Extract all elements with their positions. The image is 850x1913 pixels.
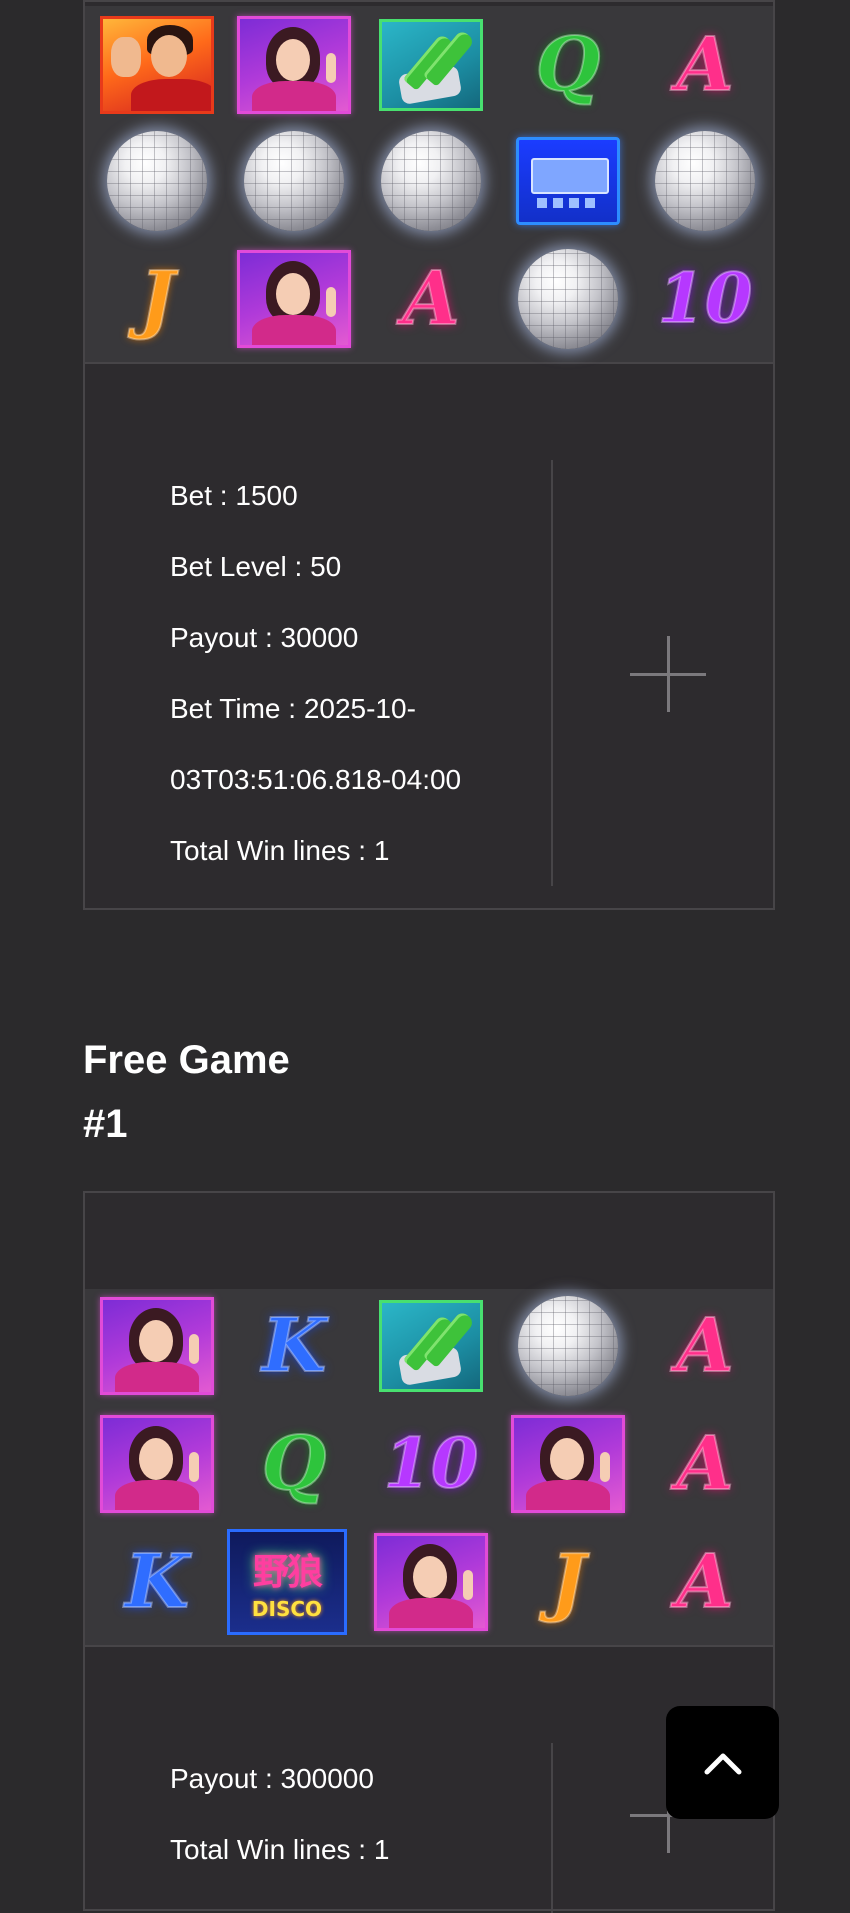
reel-cell: A bbox=[645, 12, 765, 118]
plus-icon[interactable] bbox=[630, 636, 706, 712]
symbol-a: A bbox=[675, 22, 734, 108]
lady-symbol-icon bbox=[374, 1533, 488, 1631]
symbol-j: J bbox=[138, 256, 175, 342]
reel-cell bbox=[645, 128, 765, 234]
payout: Payout : 30000 bbox=[170, 622, 359, 653]
symbol-a: A bbox=[401, 256, 460, 342]
reel-cell bbox=[371, 1529, 491, 1635]
total-win-lines: Total Win lines : 1 bbox=[170, 835, 390, 866]
reel-cell: Q bbox=[508, 12, 628, 118]
reel-cell bbox=[234, 12, 354, 118]
logo-text-en: DISCO bbox=[251, 1597, 323, 1621]
reel-cell bbox=[97, 128, 217, 234]
bet-level: Bet Level : 50 bbox=[170, 551, 342, 582]
symbol-10: 10 bbox=[383, 1424, 480, 1504]
divider bbox=[551, 1743, 553, 1913]
symbol-k: K bbox=[124, 1539, 190, 1625]
reel-cell: 10 bbox=[371, 1411, 491, 1517]
reel-cell bbox=[371, 128, 491, 234]
disco-ball-icon bbox=[244, 131, 344, 231]
logo-text-cn: 野狼 bbox=[252, 1552, 323, 1593]
scroll-to-top-button[interactable] bbox=[666, 1706, 779, 1819]
symbol-q: Q bbox=[535, 22, 601, 108]
reel-cell: Q bbox=[234, 1411, 354, 1517]
bet-time-continued: 03T03:51:06.818-04:00 bbox=[170, 764, 462, 795]
symbol-a: A bbox=[675, 1303, 734, 1389]
reel-cell: A bbox=[645, 1293, 765, 1399]
disco-ball-icon bbox=[107, 131, 207, 231]
reel-cell: A bbox=[371, 246, 491, 352]
symbol-j: J bbox=[549, 1539, 586, 1625]
lady-symbol-icon bbox=[100, 1415, 214, 1513]
reel-cell: K bbox=[234, 1293, 354, 1399]
reel-cell: A bbox=[645, 1529, 765, 1635]
symbol-a: A bbox=[675, 1539, 734, 1625]
section-title-label: Free Game bbox=[83, 1038, 290, 1082]
reel-cell bbox=[97, 1411, 217, 1517]
reel-cell: K bbox=[97, 1529, 217, 1635]
reel-cell bbox=[508, 1411, 628, 1517]
reel-grid: Q A J A 10 bbox=[85, 6, 773, 364]
bet-amount: Bet : 1500 bbox=[170, 480, 298, 511]
lady-symbol-icon bbox=[100, 1297, 214, 1395]
payout: Payout : 300000 bbox=[170, 1763, 374, 1794]
lady-symbol-icon bbox=[237, 16, 351, 114]
reel-cell: A bbox=[645, 1411, 765, 1517]
disco-ball-icon bbox=[518, 249, 618, 349]
symbol-10: 10 bbox=[657, 259, 754, 339]
chevron-up-icon bbox=[704, 1753, 741, 1774]
champagne-symbol-icon bbox=[379, 19, 483, 111]
champagne-symbol-icon bbox=[379, 1300, 483, 1392]
reel-grid: K A Q 10 A K 野狼 DISCO J A bbox=[85, 1289, 773, 1647]
reel-cell: 10 bbox=[645, 246, 765, 352]
reel-cell: 野狼 DISCO bbox=[227, 1529, 347, 1635]
man-symbol-icon bbox=[100, 16, 214, 114]
section-title-number: #1 bbox=[83, 1102, 128, 1146]
reel-cell bbox=[97, 12, 217, 118]
divider bbox=[551, 460, 553, 886]
pager-symbol-icon bbox=[516, 137, 620, 225]
reel-cell bbox=[508, 246, 628, 352]
reel-cell bbox=[234, 246, 354, 352]
disco-ball-icon bbox=[655, 131, 755, 231]
reel-cell: J bbox=[508, 1529, 628, 1635]
symbol-a: A bbox=[675, 1421, 734, 1507]
section-title: Free Game #1 bbox=[83, 1028, 290, 1156]
reel-cell bbox=[234, 128, 354, 234]
lady-symbol-icon bbox=[511, 1415, 625, 1513]
reel-cell bbox=[97, 1293, 217, 1399]
disco-ball-icon bbox=[381, 131, 481, 231]
disco-ball-icon bbox=[518, 1296, 618, 1396]
symbol-k: K bbox=[261, 1303, 327, 1389]
reel-cell bbox=[371, 1293, 491, 1399]
reel-cell bbox=[508, 1293, 628, 1399]
bet-time: Bet Time : 2025-10- bbox=[170, 693, 416, 724]
game-round-card: Q A J A 10 Bet : 1500 Bet Level : 50 Pay… bbox=[83, 0, 775, 910]
reel-cell bbox=[371, 12, 491, 118]
lady-symbol-icon bbox=[237, 250, 351, 348]
reel-cell bbox=[508, 128, 628, 234]
wild-disco-logo-icon: 野狼 DISCO bbox=[227, 1529, 347, 1635]
symbol-q: Q bbox=[261, 1421, 327, 1507]
reel-cell: J bbox=[97, 246, 217, 352]
total-win-lines: Total Win lines : 1 bbox=[170, 1834, 390, 1865]
